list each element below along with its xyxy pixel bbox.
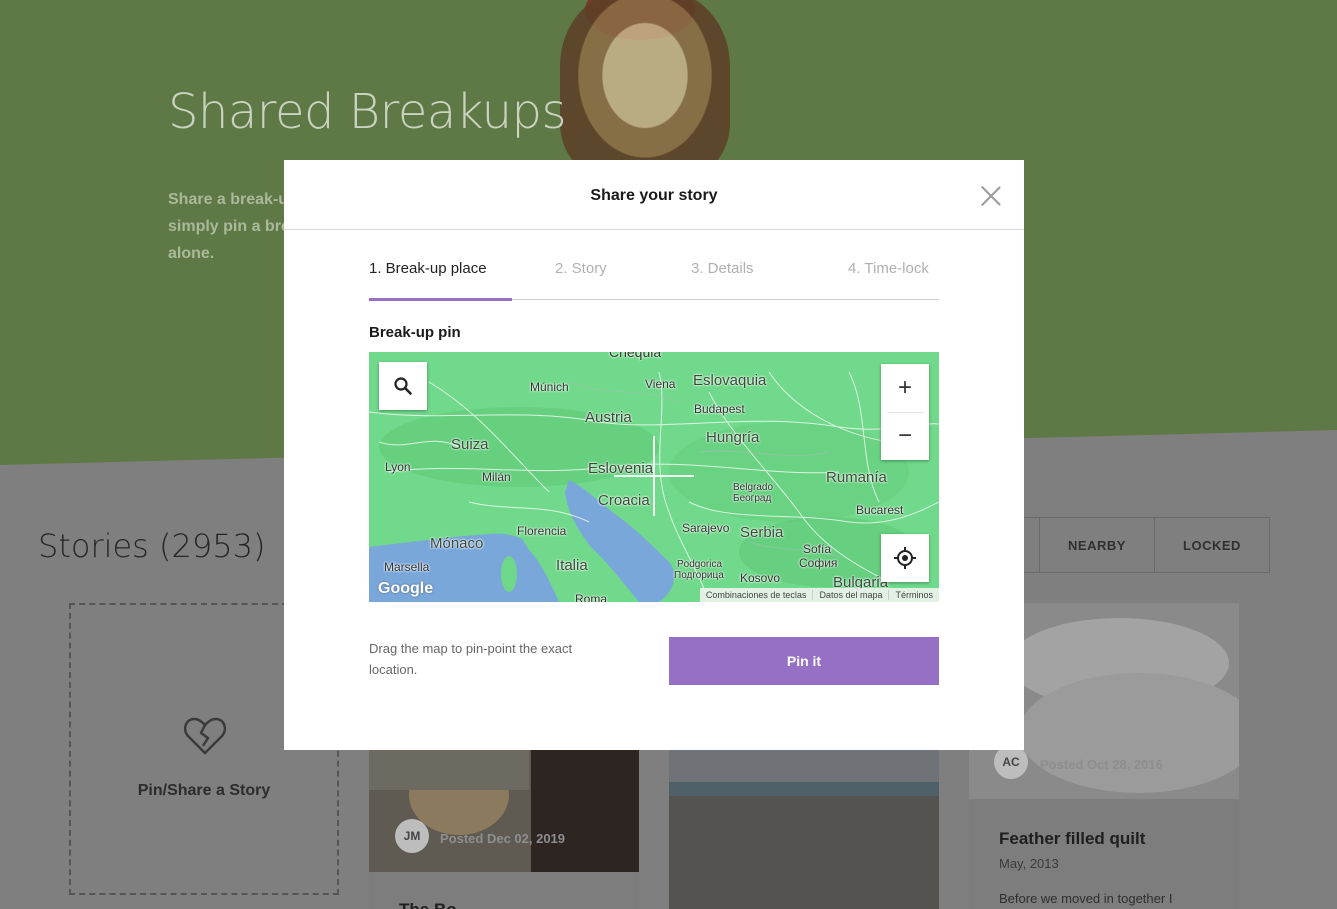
my-location-button[interactable]	[881, 534, 929, 582]
story-card-title: The Bo...	[399, 900, 471, 909]
pin-it-button[interactable]: Pin it	[669, 637, 939, 685]
map-label: Florencia	[517, 524, 567, 538]
avatar: JM	[395, 819, 429, 853]
map-terms-link[interactable]: Términos	[888, 590, 939, 600]
map-label: Belgrado	[733, 482, 774, 493]
map-label: Marsella	[384, 560, 430, 574]
map-shortcuts-link[interactable]: Combinaciones de teclas	[700, 590, 813, 600]
pin-share-story-label: Pin/Share a Story	[137, 782, 271, 799]
map-label: Chequia	[609, 352, 662, 360]
map-label: Viena	[645, 377, 676, 391]
map-label: Kosovo	[740, 571, 781, 585]
story-card-image	[669, 750, 939, 909]
step-details[interactable]: 3. Details	[691, 260, 754, 277]
map-label: Budapest	[694, 402, 745, 416]
map-footer: Combinaciones de teclas Datos del mapa T…	[699, 588, 939, 602]
posted-date: Posted Oct 28, 2016	[1040, 757, 1163, 772]
step-story[interactable]: 2. Story	[555, 260, 607, 277]
map-data-link[interactable]: Datos del mapa	[812, 590, 888, 600]
modal-title: Share your story	[590, 187, 718, 204]
avatar: AC	[994, 745, 1028, 779]
map-label: Подгорица	[674, 570, 724, 581]
hero-title: Shared Breakups	[168, 84, 567, 140]
map-search-button[interactable]	[379, 362, 427, 410]
map-label: Milán	[482, 470, 511, 484]
map-label: Italia	[556, 557, 588, 574]
step-tabs: 1. Break-up place 2. Story 3. Details 4.…	[369, 256, 939, 301]
map-label: Hungría	[706, 429, 760, 446]
hero-image	[560, 0, 730, 180]
map-label: Serbia	[740, 524, 784, 541]
map-label: Lyon	[385, 460, 411, 474]
broken-heart-icon	[183, 717, 227, 755]
zoom-in-button[interactable]: +	[881, 364, 929, 412]
story-card-title: Feather filled quilt	[999, 829, 1146, 848]
map-label: Austria	[585, 409, 632, 426]
map-label: Sarajevo	[682, 521, 730, 535]
map-label: Mónaco	[430, 535, 484, 552]
close-icon[interactable]	[980, 185, 1002, 207]
map-label: Podgorica	[677, 559, 723, 570]
map-label: Múnich	[530, 380, 569, 394]
story-card-date: May, 2013	[999, 856, 1059, 871]
story-card[interactable]	[669, 750, 939, 909]
filter-tab-nearby[interactable]: NEARBY	[1039, 518, 1154, 572]
story-card-excerpt: Before we moved in together I	[999, 891, 1173, 906]
map-label: София	[799, 556, 838, 570]
hero-text: Share a break-u simply pin a bre alone.	[168, 191, 290, 262]
posted-date: Posted Dec 02, 2019	[440, 831, 566, 846]
map-label: Bucarest	[856, 503, 904, 517]
search-icon	[394, 377, 412, 395]
story-filters: NEARBY LOCKED	[1000, 517, 1270, 573]
map-label: Rumanía	[826, 469, 887, 486]
map-label: Croacia	[598, 492, 650, 509]
map-label: Suiza	[451, 436, 489, 453]
map-label: Roma	[575, 592, 608, 602]
map-zoom-controls: + −	[881, 364, 929, 460]
modal-header: Share your story	[284, 160, 1024, 230]
active-step-indicator	[369, 298, 512, 301]
google-logo: Google	[378, 580, 434, 597]
map-hint: Drag the map to pin-point the exact loca…	[369, 641, 573, 677]
location-map[interactable]: Chequia Múnich Viena Eslovaquia Budapest…	[369, 352, 939, 602]
step-time-lock[interactable]: 4. Time-lock	[848, 260, 929, 277]
filter-tab-locked[interactable]: LOCKED	[1154, 518, 1269, 572]
map-center-crosshair	[614, 475, 694, 477]
stories-title: Stories (2953)	[38, 527, 266, 565]
crosshair-location-icon	[894, 547, 916, 569]
share-story-modal: Share your story 1. Break-up place 2. St…	[284, 160, 1024, 750]
story-card-image	[369, 750, 639, 872]
step-break-up-place[interactable]: 1. Break-up place	[369, 260, 487, 277]
story-card[interactable]: JM Posted Dec 02, 2019 The Bo...	[369, 750, 639, 909]
map-label: Београд	[733, 493, 772, 504]
break-up-pin-label: Break-up pin	[369, 324, 461, 341]
map-label: Eslovaquia	[693, 372, 767, 389]
zoom-out-button[interactable]: −	[881, 412, 929, 460]
map-label: Sofía	[803, 542, 832, 556]
